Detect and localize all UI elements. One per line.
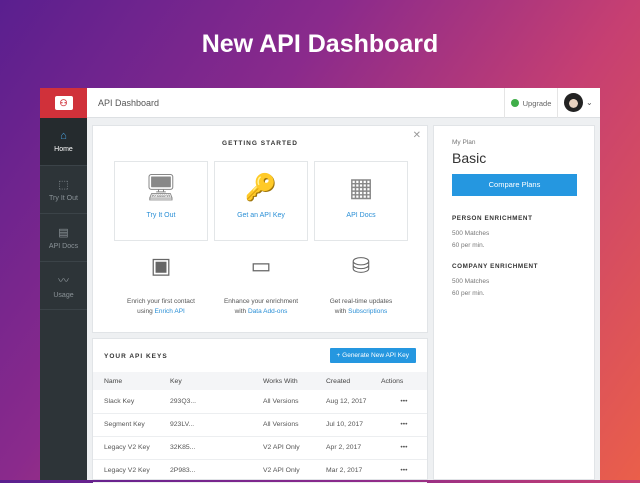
table-cell: 923LV... (159, 413, 252, 437)
enrich-api-link[interactable]: Enrich API (155, 308, 185, 315)
section-heading: COMPANY ENRICHMENT (452, 263, 539, 270)
table-cell: All Versions (252, 413, 315, 437)
plan-name: Basic (452, 150, 487, 166)
column-header: Actions (381, 372, 427, 390)
feature-prefix: with (234, 307, 247, 315)
actions-menu-button[interactable]: ••• (381, 459, 427, 483)
table-cell: 2P983... (159, 459, 252, 483)
sidebar-item-try-it-out[interactable]: ⬚ Try It Out (40, 166, 87, 214)
compare-plans-button[interactable]: Compare Plans (452, 174, 577, 196)
cursor-icon: ⬚ (58, 178, 69, 191)
tile-label: API Docs (346, 212, 376, 219)
column-header: Name (93, 372, 159, 390)
sidebar-item-label: API Docs (48, 242, 79, 250)
sidebar-item-label: Usage (53, 292, 74, 299)
section-title: YOUR API KEYS (104, 353, 168, 360)
column-header: Created (315, 372, 381, 390)
docs-window-icon: ▦ (348, 171, 374, 202)
actions-menu-button[interactable]: ••• (381, 436, 427, 460)
column-header: Works With (252, 372, 315, 390)
home-icon: ⌂ (60, 130, 67, 142)
feature-prefix: using (137, 307, 153, 315)
app-title: API Dashboard (98, 98, 160, 108)
upgrade-icon (510, 99, 519, 107)
rate: 60 per min. (452, 290, 485, 297)
feature-prefix: with (334, 307, 347, 315)
table-cell: V2 API Only (252, 436, 315, 460)
company-enrichment: COMPANY ENRICHMENT 500 Matches 60 per min. (452, 261, 538, 301)
sidebar-item-usage[interactable]: 〰 Usage (40, 262, 87, 310)
actions-menu-button[interactable]: ••• (381, 413, 427, 437)
table-cell: 32K85... (159, 436, 252, 460)
subscriptions-link[interactable]: Subscriptions (348, 308, 387, 315)
tile-api-docs[interactable]: ▦ API Docs (314, 161, 408, 241)
generate-api-key-button[interactable]: + Generate New API Key (329, 348, 416, 363)
contact-card-icon: ▣ (150, 253, 172, 278)
logo-icon: ⚇ (54, 96, 73, 110)
sidebar-item-home[interactable]: ⌂ Home (40, 118, 87, 166)
table-cell: Legacy V2 Key (93, 436, 159, 460)
table-row: Segment Key 923LV... All Versions Jul 10, 2… (93, 413, 427, 437)
plan-card: My Plan Basic Compare Plans PERSON ENRIC… (433, 125, 595, 480)
table-cell: All Versions (252, 390, 315, 414)
monitor-icon: 🖥 (144, 171, 178, 202)
tile-label: Get an API Key (237, 212, 285, 219)
table-cell: Slack Key (93, 390, 159, 414)
table-row: Legacy V2 Key 32K85... V2 API Only Apr 2, 2… (93, 436, 427, 460)
data-addons-link[interactable]: Data Add-ons (248, 308, 287, 315)
tile-label: Try It Out (146, 212, 176, 219)
column-header: Key (159, 372, 252, 390)
matches: 500 Matches (452, 277, 490, 285)
sidebar: ⌂ Home ⬚ Try It Out ▤ API Docs 〰 Usage (40, 118, 87, 480)
table-cell: 293Q3... (159, 390, 252, 414)
id-card-icon: ▭ (250, 253, 272, 278)
section-heading: PERSON ENRICHMENT (452, 215, 533, 222)
sidebar-item-api-docs[interactable]: ▤ API Docs (40, 214, 87, 262)
actions-menu-button[interactable]: ••• (381, 390, 427, 414)
database-icon: ⛁ (351, 253, 371, 278)
tile-try-it-out[interactable]: 🖥 Try It Out (114, 161, 208, 241)
matches: 500 Matches (452, 229, 490, 237)
table-cell: V2 API Only (252, 459, 315, 483)
feature-text: Get real-time updates (329, 298, 393, 305)
feature-enrich: ▣ Enrich your first contact using Enrich A… (106, 253, 216, 316)
feature-text: Enhance your enrichment (223, 298, 299, 305)
table-cell: Mar 2, 2017 (315, 459, 381, 483)
logo[interactable]: ⚇ (40, 88, 87, 118)
plan-label: My Plan (452, 139, 476, 146)
upgrade-button[interactable]: Upgrade (504, 88, 558, 118)
rate: 60 per min. (452, 242, 485, 249)
headline: New API Dashboard (201, 30, 439, 58)
table-row: Slack Key 293Q3... All Versions Aug 12, 201… (93, 390, 427, 414)
chevron-down-icon[interactable]: ⌄ (586, 98, 593, 107)
api-keys-table: Name Key Works With Created Actions Slac… (93, 372, 427, 483)
table-cell: Legacy V2 Key (93, 459, 159, 483)
key-icon: 🔑 (244, 171, 278, 202)
table-cell: Jul 10, 2017 (315, 413, 381, 437)
tile-get-api-key[interactable]: 🔑 Get an API Key (214, 161, 308, 241)
sidebar-item-label: Home (54, 146, 73, 153)
feature-addons: ▭ Enhance your enrichment with Data Add-on… (206, 253, 316, 316)
feature-subscriptions: ⛁ Get real-time updates with Subscriptions (306, 253, 416, 316)
app-window: ⚇ API Dashboard Upgrade ⌄ ⌂ Home ⬚ Try It … (40, 88, 600, 483)
top-bar: ⚇ API Dashboard Upgrade ⌄ (40, 88, 600, 118)
api-keys-card: YOUR API KEYS + Generate New API Key Nam… (92, 338, 428, 483)
close-icon[interactable]: ✕ (413, 130, 421, 141)
chart-icon: 〰 (58, 275, 69, 287)
table-row: Legacy V2 Key 2P983... V2 API Only Mar 2, 2… (93, 459, 427, 483)
table-cell: Segment Key (93, 413, 159, 437)
avatar[interactable] (564, 93, 583, 112)
table-cell: Apr 2, 2017 (315, 436, 381, 460)
person-enrichment: PERSON ENRICHMENT 500 Matches 60 per min. (452, 213, 533, 253)
doc-icon: ▤ (58, 226, 69, 239)
getting-started-card: GETTING STARTED ✕ 🖥 Try It Out 🔑 Get an AP… (92, 125, 428, 333)
section-title: GETTING STARTED (222, 140, 298, 147)
sidebar-item-label: Try It Out (49, 194, 78, 202)
feature-text: Enrich your first contact (127, 298, 195, 305)
upgrade-label: Upgrade (522, 98, 552, 108)
table-cell: Aug 12, 2017 (315, 390, 381, 414)
